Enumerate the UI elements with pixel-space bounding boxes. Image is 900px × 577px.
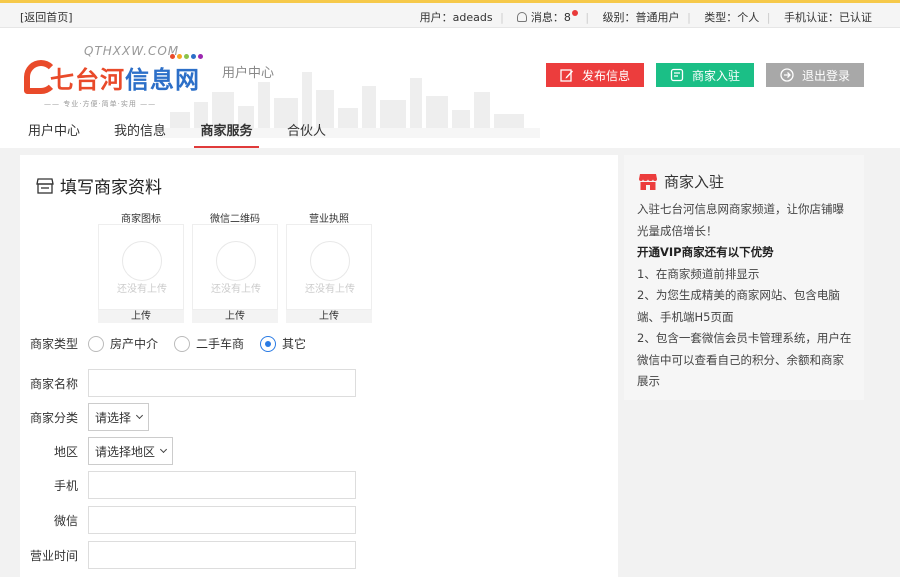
divider: | bbox=[500, 11, 504, 24]
logo-domain: QTHXXW.COM bbox=[84, 44, 180, 58]
phone-row: 手机 bbox=[20, 471, 356, 499]
main-nav: 用户中心 我的信息 商家服务 合伙人 bbox=[0, 118, 900, 148]
upload-preview[interactable]: 还没有上传 bbox=[192, 224, 278, 310]
site-logo[interactable]: QTHXXW.COM 七台河信息网 —— 专业·方便·简单·实用 —— bbox=[24, 42, 214, 112]
tab-partner[interactable]: 合伙人 bbox=[287, 120, 326, 148]
category-row: 商家分类 请选择 bbox=[20, 403, 150, 431]
level-text: 级别：普通用户 bbox=[602, 11, 680, 24]
merchant-name-input[interactable] bbox=[88, 369, 356, 397]
type-text: 类型：个人 bbox=[704, 11, 760, 24]
business-hours-row: 营业时间 bbox=[20, 541, 356, 569]
header: QTHXXW.COM 七台河信息网 —— 专业·方便·简单·实用 —— 用户中心… bbox=[0, 28, 900, 148]
logo-name: 七台河信息网 bbox=[50, 66, 200, 94]
upload-merchant-logo: 商家图标 还没有上传 上传 bbox=[98, 210, 184, 323]
image-placeholder-icon bbox=[216, 241, 256, 281]
radio-used-car[interactable]: 二手车商 bbox=[174, 335, 244, 352]
form-title: 填写商家资料 bbox=[36, 173, 162, 198]
shop-icon bbox=[639, 173, 657, 190]
divider: | bbox=[766, 11, 771, 24]
merchant-join-sidebar: 商家入驻 入驻七台河信息网商家频道，让你店铺曝 光量成倍增长！ 开通VIP商家还… bbox=[624, 155, 864, 400]
sidebar-title: 商家入驻 bbox=[638, 171, 724, 192]
business-hours-input[interactable] bbox=[88, 541, 356, 569]
merchant-join-button[interactable]: 商家入驻 bbox=[656, 63, 754, 87]
radio-real-estate[interactable]: 房产中介 bbox=[88, 335, 158, 352]
unread-dot bbox=[571, 10, 578, 16]
post-info-button[interactable]: 发布信息 bbox=[546, 63, 644, 87]
divider: | bbox=[585, 11, 590, 24]
merchant-type-row: 商家类型 房产中介 二手车商 其它 bbox=[29, 335, 307, 352]
upload-button[interactable]: 上传 bbox=[98, 310, 184, 323]
sidebar-description: 入驻七台河信息网商家频道，让你店铺曝 光量成倍增长！ 开通VIP商家还有以下优势… bbox=[637, 202, 852, 388]
phone-input[interactable] bbox=[88, 471, 356, 499]
logo-slogan: —— 专业·方便·简单·实用 —— bbox=[44, 100, 157, 108]
chevron-down-icon bbox=[135, 411, 144, 420]
logout-button[interactable]: 退出登录 bbox=[766, 63, 864, 87]
phone-verify-text: 手机认证：已认证 bbox=[784, 11, 872, 24]
wechat-input[interactable] bbox=[88, 506, 356, 534]
upload-preview[interactable]: 还没有上传 bbox=[286, 224, 372, 310]
region-select[interactable]: 请选择地区 bbox=[88, 437, 174, 465]
chevron-down-icon bbox=[159, 445, 168, 454]
tab-my-info[interactable]: 我的信息 bbox=[114, 120, 166, 148]
messages-text: 消息：8 bbox=[530, 11, 571, 24]
upload-preview[interactable]: 还没有上传 bbox=[98, 224, 184, 310]
category-select[interactable]: 请选择 bbox=[88, 403, 150, 431]
upload-button[interactable]: 上传 bbox=[286, 310, 372, 323]
image-placeholder-icon bbox=[310, 241, 350, 281]
bell-icon bbox=[517, 12, 528, 22]
divider: | bbox=[687, 11, 691, 24]
edit-icon bbox=[560, 69, 573, 82]
upload-wechat-qrcode: 微信二维码 还没有上传 上传 bbox=[192, 210, 278, 323]
upload-button[interactable]: 上传 bbox=[192, 310, 278, 323]
user-info-bar: 用户：adeads | 消息：8 | 级别：普通用户 | 类型：个人 | 手机认… bbox=[416, 9, 872, 25]
merchant-form-panel: 填写商家资料 商家图标 还没有上传 上传 微信二维码 还没有上传 上传 营业执照… bbox=[20, 155, 618, 577]
store-icon bbox=[670, 68, 684, 82]
radio-other[interactable]: 其它 bbox=[260, 335, 306, 352]
tab-merchant-service[interactable]: 商家服务 bbox=[194, 120, 259, 148]
messages-link[interactable]: 消息：8 bbox=[517, 10, 578, 24]
arrow-right-circle-icon bbox=[780, 68, 794, 82]
merchant-name-row: 商家名称 bbox=[20, 369, 356, 397]
tab-user-center[interactable]: 用户中心 bbox=[28, 120, 80, 148]
upload-business-license: 营业执照 还没有上传 上传 bbox=[286, 210, 372, 323]
wechat-row: 微信 bbox=[20, 506, 356, 534]
top-bar: [返回首页] 用户：adeads | 消息：8 | 级别：普通用户 | 类型：个… bbox=[0, 0, 900, 28]
region-row: 地区 请选择地区 bbox=[20, 437, 174, 465]
store-outline-icon bbox=[36, 177, 54, 194]
back-home-link[interactable]: [返回首页] bbox=[20, 9, 73, 25]
username-text: 用户：adeads bbox=[419, 11, 493, 24]
image-placeholder-icon bbox=[122, 241, 162, 281]
header-section-label: 用户中心 bbox=[222, 66, 275, 81]
